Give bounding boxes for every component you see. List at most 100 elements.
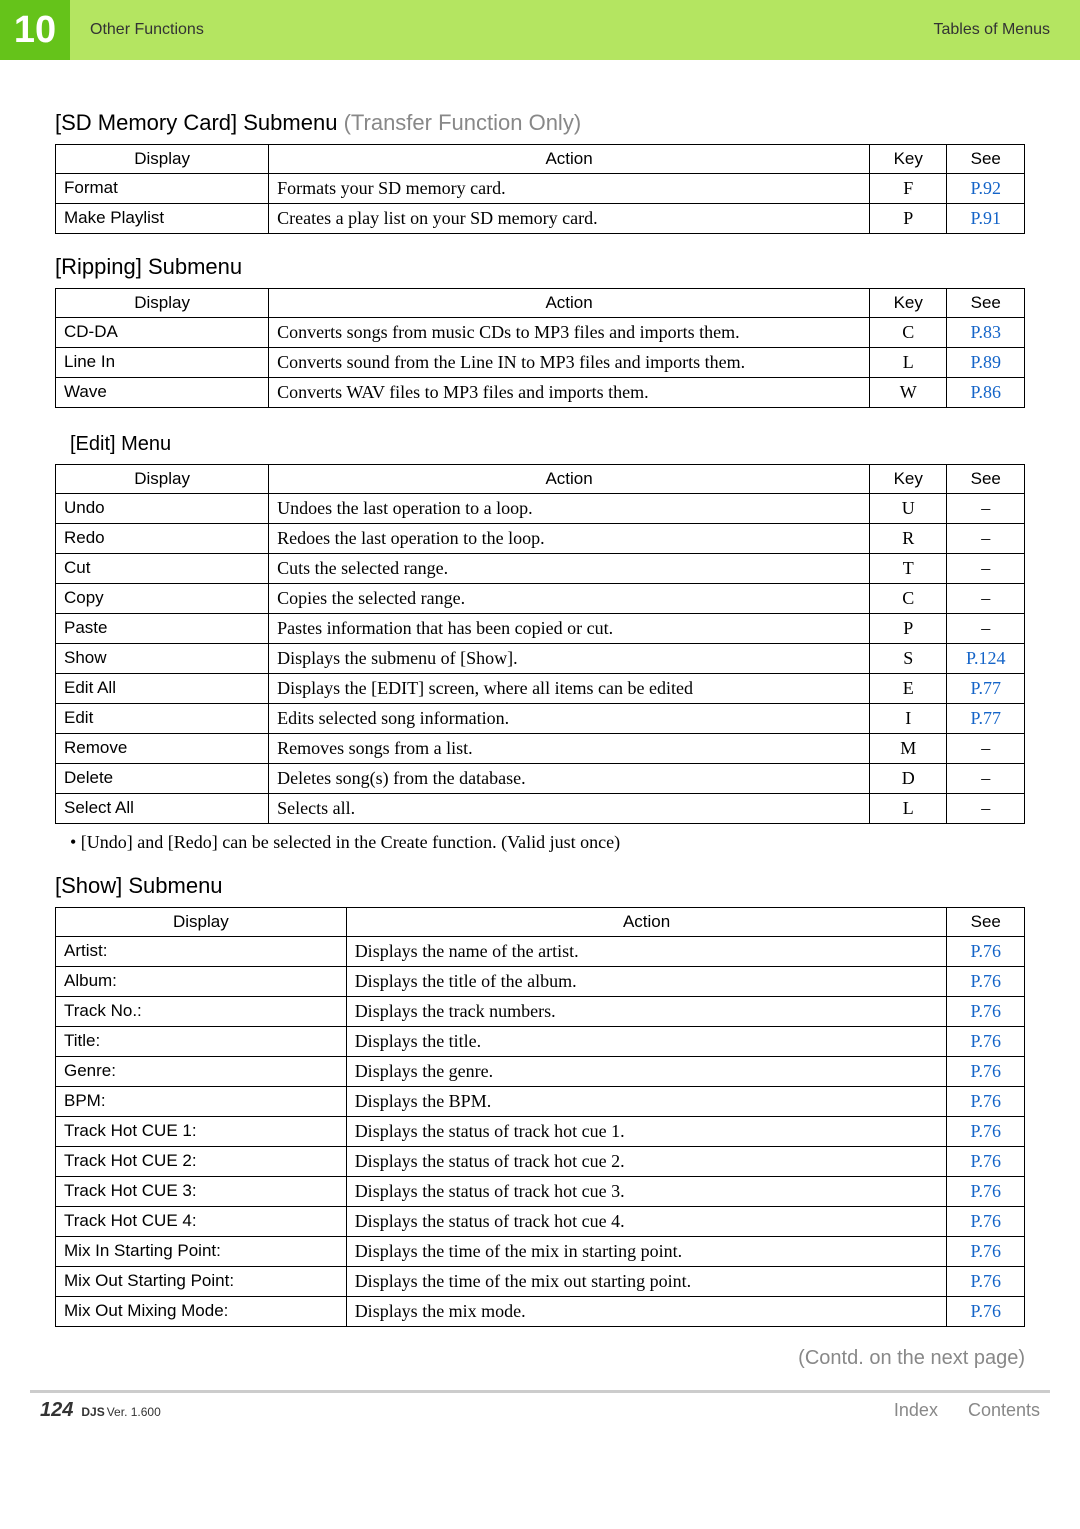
cell-display: Cut (56, 554, 269, 584)
table-row: UndoUndoes the last operation to a loop.… (56, 494, 1025, 524)
cell-see[interactable]: P.124 (947, 644, 1025, 674)
cell-see: – (947, 764, 1025, 794)
cell-see[interactable]: P.92 (947, 174, 1025, 204)
sd-title-main: [SD Memory Card] Submenu (55, 110, 337, 135)
cell-see[interactable]: P.76 (947, 1177, 1025, 1207)
th-display: Display (56, 289, 269, 318)
cell-see: – (947, 524, 1025, 554)
table-row: Mix Out Starting Point:Displays the time… (56, 1267, 1025, 1297)
table-row: EditEdits selected song information.IP.7… (56, 704, 1025, 734)
cell-display: Track Hot CUE 4: (56, 1207, 347, 1237)
cell-display: Format (56, 174, 269, 204)
table-row: RemoveRemoves songs from a list.M– (56, 734, 1025, 764)
cell-display: Artist: (56, 937, 347, 967)
cell-key: C (869, 318, 947, 348)
table-row: PastePastes information that has been co… (56, 614, 1025, 644)
continued-text: (Contd. on the next page) (55, 1347, 1025, 1370)
table-row: Track Hot CUE 3:Displays the status of t… (56, 1177, 1025, 1207)
cell-action: Copies the selected range. (269, 584, 870, 614)
cell-display: Undo (56, 494, 269, 524)
cell-action: Displays the name of the artist. (346, 937, 947, 967)
cell-action: Displays the status of track hot cue 3. (346, 1177, 947, 1207)
cell-see[interactable]: P.83 (947, 318, 1025, 348)
cell-action: Cuts the selected range. (269, 554, 870, 584)
cell-see: – (947, 554, 1025, 584)
cell-see[interactable]: P.76 (947, 1117, 1025, 1147)
cell-display: Edit All (56, 674, 269, 704)
cell-key: L (869, 794, 947, 824)
cell-key: L (869, 348, 947, 378)
cell-action: Displays the status of track hot cue 2. (346, 1147, 947, 1177)
cell-action: Displays the BPM. (346, 1087, 947, 1117)
cell-see[interactable]: P.77 (947, 704, 1025, 734)
cell-action: Converts sound from the Line IN to MP3 f… (269, 348, 870, 378)
th-key: Key (869, 465, 947, 494)
cell-see[interactable]: P.76 (947, 1087, 1025, 1117)
cell-display: Copy (56, 584, 269, 614)
cell-see[interactable]: P.76 (947, 1147, 1025, 1177)
cell-display: Mix Out Mixing Mode: (56, 1297, 347, 1327)
th-action: Action (269, 465, 870, 494)
index-link[interactable]: Index (894, 1400, 938, 1421)
cell-key: P (869, 204, 947, 234)
cell-display: Track Hot CUE 3: (56, 1177, 347, 1207)
cell-display: Track Hot CUE 2: (56, 1147, 347, 1177)
cell-action: Deletes song(s) from the database. (269, 764, 870, 794)
cell-see[interactable]: P.76 (947, 997, 1025, 1027)
cell-action: Edits selected song information. (269, 704, 870, 734)
cell-action: Displays the title of the album. (346, 967, 947, 997)
cell-action: Converts WAV files to MP3 files and impo… (269, 378, 870, 408)
cell-see[interactable]: P.76 (947, 1057, 1025, 1087)
cell-action: Redoes the last operation to the loop. (269, 524, 870, 554)
table-row: Track No.:Displays the track numbers.P.7… (56, 997, 1025, 1027)
cell-action: Displays the submenu of [Show]. (269, 644, 870, 674)
th-display: Display (56, 145, 269, 174)
th-action: Action (269, 145, 870, 174)
cell-key: M (869, 734, 947, 764)
sd-table: Display Action Key See FormatFormats you… (55, 144, 1025, 234)
cell-action: Displays the title. (346, 1027, 947, 1057)
cell-see[interactable]: P.76 (947, 1027, 1025, 1057)
cell-see[interactable]: P.76 (947, 1237, 1025, 1267)
cell-see[interactable]: P.76 (947, 967, 1025, 997)
section-title: Tables of Menus (933, 0, 1080, 60)
cell-action: Displays the time of the mix out startin… (346, 1267, 947, 1297)
chapter-title: Other Functions (70, 0, 933, 60)
cell-see[interactable]: P.91 (947, 204, 1025, 234)
th-see: See (947, 465, 1025, 494)
cell-see[interactable]: P.76 (947, 1267, 1025, 1297)
cell-see[interactable]: P.76 (947, 1207, 1025, 1237)
table-row: CutCuts the selected range.T– (56, 554, 1025, 584)
table-row: Genre:Displays the genre.P.76 (56, 1057, 1025, 1087)
contents-link[interactable]: Contents (968, 1400, 1040, 1421)
cell-key: E (869, 674, 947, 704)
table-row: BPM:Displays the BPM.P.76 (56, 1087, 1025, 1117)
page-number: 124 (40, 1399, 73, 1422)
edit-table: Display Action Key See UndoUndoes the la… (55, 464, 1025, 824)
edit-note: • [Undo] and [Redo] can be selected in t… (70, 832, 1025, 853)
table-row: Line InConverts sound from the Line IN t… (56, 348, 1025, 378)
cell-key: U (869, 494, 947, 524)
table-row: Track Hot CUE 2:Displays the status of t… (56, 1147, 1025, 1177)
cell-see[interactable]: P.77 (947, 674, 1025, 704)
table-row: Artist:Displays the name of the artist.P… (56, 937, 1025, 967)
cell-display: Wave (56, 378, 269, 408)
cell-action: Displays the time of the mix in starting… (346, 1237, 947, 1267)
cell-display: Track Hot CUE 1: (56, 1117, 347, 1147)
cell-display: Paste (56, 614, 269, 644)
cell-action: Displays the [EDIT] screen, where all it… (269, 674, 870, 704)
cell-display: CD-DA (56, 318, 269, 348)
th-see: See (947, 289, 1025, 318)
cell-see[interactable]: P.86 (947, 378, 1025, 408)
cell-display: Delete (56, 764, 269, 794)
cell-action: Displays the status of track hot cue 4. (346, 1207, 947, 1237)
cell-see[interactable]: P.76 (947, 1297, 1025, 1327)
cell-see[interactable]: P.76 (947, 937, 1025, 967)
table-row: Make PlaylistCreates a play list on your… (56, 204, 1025, 234)
th-action: Action (269, 289, 870, 318)
cell-action: Undoes the last operation to a loop. (269, 494, 870, 524)
cell-action: Formats your SD memory card. (269, 174, 870, 204)
th-display: Display (56, 908, 347, 937)
cell-see[interactable]: P.89 (947, 348, 1025, 378)
cell-see: – (947, 794, 1025, 824)
